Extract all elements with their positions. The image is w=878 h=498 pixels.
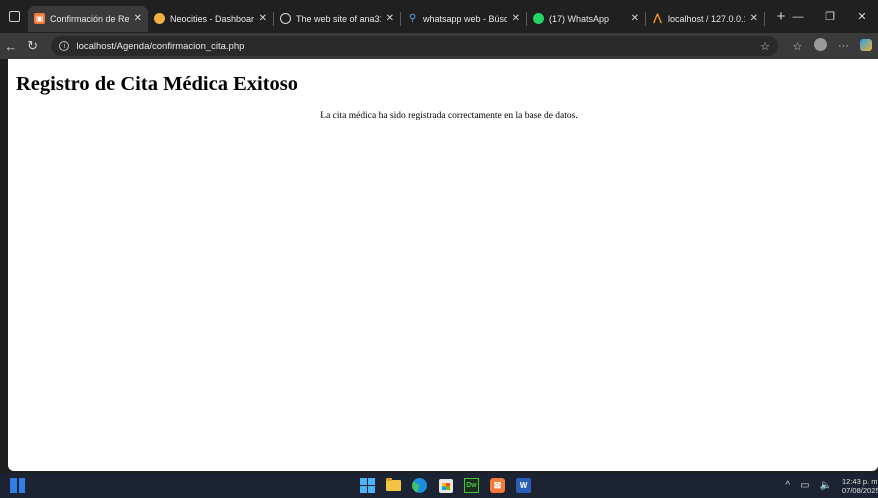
search-icon: ⚲ <box>408 13 417 24</box>
url-text: localhost/Agenda/confirmacion_cita.php <box>76 40 245 52</box>
copilot-icon[interactable] <box>855 38 878 54</box>
back-icon[interactable]: ← <box>0 39 22 54</box>
toolbar-actions: ☆ ··· <box>786 38 878 54</box>
tab-phpmyadmin[interactable]: ⋀ localhost / 127.0.0.1 / c ✕ <box>646 6 764 32</box>
edge-icon[interactable] <box>410 476 429 495</box>
refresh-icon[interactable]: ↻ <box>22 38 44 54</box>
tab-ana310[interactable]: The web site of ana310 ✕ <box>274 6 400 32</box>
xampp-icon: ▣ <box>34 13 45 24</box>
tab-title: localhost / 127.0.0.1 / c <box>668 13 745 24</box>
close-window-icon[interactable]: ✕ <box>846 10 878 23</box>
confirmation-message: La cita médica ha sido registrada correc… <box>320 111 578 121</box>
taskbar: Dw ⊠ W ^ ▭ 🔈 12:43 p. m. 07/08/2025 <box>0 473 878 498</box>
chevron-up-icon[interactable]: ^ <box>785 480 790 491</box>
neocities-icon <box>154 13 165 24</box>
browser-toolbar: ← ↻ i localhost/Agenda/confirmacion_cita… <box>0 33 878 59</box>
tab-title: whatsapp web - Búsqu <box>423 13 507 24</box>
favorites-list-icon[interactable]: ☆ <box>786 40 809 53</box>
file-explorer-icon[interactable] <box>384 476 403 495</box>
tab-whatsapp[interactable]: (17) WhatsApp ✕ <box>527 6 645 32</box>
close-icon[interactable]: ✕ <box>386 13 394 24</box>
page-title: Registro de Cita Médica Exitoso <box>16 73 299 95</box>
windows-icon <box>360 478 375 493</box>
tab-actions-button[interactable] <box>0 0 28 33</box>
phpmyadmin-icon: ⋀ <box>653 13 662 24</box>
clock[interactable]: 12:43 p. m. 07/08/2025 <box>842 477 878 495</box>
word-icon[interactable]: W <box>514 476 533 495</box>
network-icon[interactable]: ▭ <box>800 480 809 491</box>
tab-separator <box>764 11 765 26</box>
more-options-icon[interactable]: ··· <box>832 40 855 52</box>
tab-whatsapp-search[interactable]: ⚲ whatsapp web - Búsqu ✕ <box>401 6 526 32</box>
microsoft-store-icon[interactable] <box>436 476 455 495</box>
window-controls: — ❐ ✕ <box>782 0 878 33</box>
volume-icon[interactable]: 🔈 <box>820 480 832 491</box>
close-icon[interactable]: ✕ <box>750 13 758 24</box>
start-button[interactable] <box>358 476 377 495</box>
widgets-icon[interactable] <box>10 478 25 493</box>
close-icon[interactable]: ✕ <box>512 13 520 24</box>
whatsapp-icon <box>533 13 544 24</box>
tab-neocities[interactable]: Neocities - Dashboard ✕ <box>148 6 273 32</box>
tab-actions-icon <box>8 11 20 22</box>
tab-title: Confirmación de Regist <box>50 13 129 24</box>
dreamweaver-icon[interactable]: Dw <box>462 476 481 495</box>
tab-title: The web site of ana310 <box>296 13 381 24</box>
address-bar[interactable]: i localhost/Agenda/confirmacion_cita.php… <box>51 36 778 56</box>
site-info-icon[interactable]: i <box>59 41 70 51</box>
taskbar-apps: Dw ⊠ W <box>358 476 540 495</box>
clock-date: 07/08/2025 <box>842 485 878 495</box>
close-icon[interactable]: ✕ <box>134 13 142 24</box>
profile-avatar[interactable] <box>809 38 832 54</box>
tab-confirmacion[interactable]: ▣ Confirmación de Regist ✕ <box>28 5 148 32</box>
minimize-icon[interactable]: — <box>782 11 814 23</box>
system-tray: ^ ▭ 🔈 12:43 p. m. 07/08/2025 <box>785 473 878 498</box>
xampp-taskbar-icon[interactable]: ⊠ <box>488 476 507 495</box>
favorite-star-icon[interactable]: ☆ <box>760 40 770 53</box>
tab-title: Neocities - Dashboard <box>170 13 254 24</box>
close-icon[interactable]: ✕ <box>259 13 267 24</box>
tab-title: (17) WhatsApp <box>549 13 610 24</box>
globe-icon <box>280 13 291 24</box>
page-viewport: Registro de Cita Médica Exitoso La cita … <box>8 59 878 471</box>
maximize-icon[interactable]: ❐ <box>814 10 846 23</box>
close-icon[interactable]: ✕ <box>631 13 639 24</box>
tab-strip: ▣ Confirmación de Regist ✕ Neocities - D… <box>0 0 878 33</box>
clock-time: 12:43 p. m. <box>842 476 878 486</box>
